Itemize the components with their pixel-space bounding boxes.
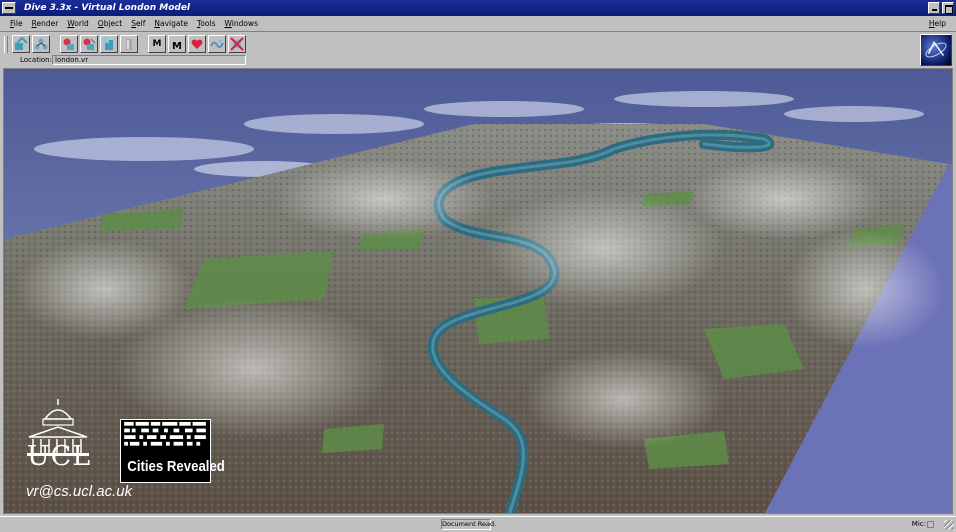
tree-view-button[interactable] <box>32 35 50 53</box>
title-bar[interactable]: Dive 3.3x - Virtual London Model <box>0 0 956 16</box>
m-large-label: M <box>172 40 182 52</box>
window-title: Dive 3.3x - Virtual London Model <box>24 3 191 13</box>
dive-application-window: Dive 3.3x - Virtual London Model File Re… <box>0 0 956 532</box>
cross-out-button[interactable] <box>228 35 246 53</box>
cyan-object-icon <box>103 38 113 50</box>
contact-email: vr@cs.ucl.ac.uk <box>26 483 133 500</box>
dive-globe-logo-icon <box>925 41 947 58</box>
tree-icon <box>34 38 48 50</box>
red-object-icon <box>83 38 96 50</box>
location-label: Location: <box>20 56 52 64</box>
load-world-button[interactable] <box>12 35 30 53</box>
window-menu-icon <box>5 7 13 9</box>
window-menu-button[interactable] <box>2 2 16 14</box>
m-large-button[interactable]: M <box>168 35 186 53</box>
menu-tools[interactable]: Tools <box>197 19 215 28</box>
menu-self[interactable]: Self <box>131 19 145 28</box>
status-bar: Document Read. Mic: <box>0 516 956 532</box>
status-message: Document Read. <box>441 519 497 530</box>
object-cyan-button[interactable] <box>100 35 118 53</box>
3d-viewport[interactable]: UCL Cities Revealed vr@cs.ucl.ac.uk <box>3 68 953 514</box>
menu-navigate[interactable]: Navigate <box>154 19 188 28</box>
dive-logo-button[interactable] <box>920 34 952 66</box>
menu-bar: File Render World Object Self Navigate T… <box>0 16 956 32</box>
object-red-1-button[interactable] <box>60 35 78 53</box>
menu-render[interactable]: Render <box>32 19 59 28</box>
wave-icon <box>210 39 224 49</box>
mic-label: Mic: <box>911 520 926 528</box>
cities-revealed-graphic-icon <box>124 421 206 446</box>
resize-grip[interactable] <box>944 520 954 530</box>
menu-help[interactable]: Help <box>929 19 946 28</box>
menu-file[interactable]: File <box>10 19 23 28</box>
object-grey-button[interactable] <box>120 35 138 53</box>
toolbar-grip[interactable] <box>4 36 8 53</box>
menu-object[interactable]: Object <box>98 19 122 28</box>
heart-button[interactable] <box>188 35 206 53</box>
minimize-button[interactable] <box>928 2 940 14</box>
location-input[interactable]: london.vr <box>52 55 246 65</box>
mic-toggle[interactable] <box>927 521 934 528</box>
ucl-text: UCL <box>26 441 92 472</box>
cross-out-icon <box>230 37 244 51</box>
m-small-label: M <box>152 39 162 49</box>
grey-object-icon <box>126 39 132 50</box>
maximize-button[interactable] <box>942 2 954 14</box>
cities-revealed-text: Cities Revealed <box>127 458 225 475</box>
m-small-button[interactable]: M <box>148 35 166 53</box>
object-red-2-button[interactable] <box>80 35 98 53</box>
menu-world[interactable]: World <box>67 19 89 28</box>
heart-icon <box>191 39 203 49</box>
world-load-icon <box>15 37 28 50</box>
menu-windows[interactable]: Windows <box>224 19 258 28</box>
red-object-icon <box>63 38 74 50</box>
wave-button[interactable] <box>208 35 226 53</box>
